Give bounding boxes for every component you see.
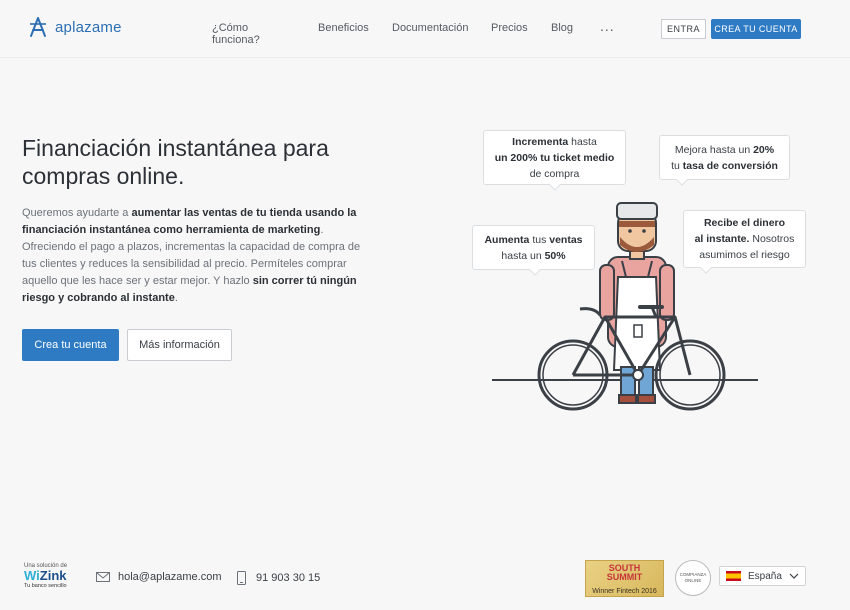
mail-icon — [96, 572, 110, 582]
nav-blog[interactable]: Blog — [551, 22, 573, 34]
south-summit-badge: SOUTH SUMMIT Winner Fintech 2016 — [585, 560, 664, 597]
top-header: aplazame ¿Cómo funciona? Beneficios Docu… — [0, 0, 850, 58]
bubble-text: tu — [671, 159, 683, 172]
nav-precios[interactable]: Precios — [491, 22, 528, 34]
confianza-online-badge: COMPIANZA ONLINE — [675, 560, 711, 596]
language-selector[interactable]: España — [719, 566, 806, 586]
wizink-logo-a: Wi — [24, 568, 40, 583]
email-text: hola@aplazame.com — [118, 571, 222, 583]
nav-como-funciona[interactable]: ¿Cómo funciona? — [212, 22, 260, 46]
spain-flag-icon — [726, 571, 741, 581]
more-menu-icon[interactable]: ... — [600, 18, 615, 34]
south-award-text: Winner Fintech 2016 — [592, 588, 657, 595]
bubble-text: Incrementa — [512, 135, 569, 148]
hero-description: Queremos ayudarte a aumentar las ventas … — [22, 205, 367, 307]
nav-beneficios[interactable]: Beneficios — [318, 22, 369, 34]
more-info-button[interactable]: Más información — [127, 329, 232, 361]
bubble-text: de compra — [529, 167, 580, 180]
bubble-text: tasa de conversión — [682, 159, 778, 172]
wizink-logo: WiZink — [24, 569, 67, 583]
benefit-bubble-ticket: Incrementa hasta un 200% tu ticket medio… — [483, 130, 626, 191]
chevron-down-icon — [789, 573, 799, 579]
hero-text-part: Queremos ayudarte a — [22, 207, 132, 219]
footer-email[interactable]: hola@aplazame.com — [96, 571, 222, 583]
nav-documentacion[interactable]: Documentación — [392, 22, 468, 34]
south-text-2: SUMMIT — [606, 572, 643, 582]
bubble-text: Mejora hasta un — [674, 143, 754, 156]
brand-logo[interactable]: aplazame — [27, 16, 122, 38]
shopkeeper-bike-illustration — [492, 202, 758, 411]
wizink-brand[interactable]: Una solución de WiZink Tu banco sencillo — [24, 563, 67, 589]
benefit-bubble-conversion: Mejora hasta un 20% tu tasa de conversió… — [659, 135, 790, 186]
signup-header-button[interactable]: CREA TU CUENTA — [711, 19, 801, 39]
wizink-tagline: Tu banco sencillo — [24, 583, 67, 589]
create-account-button[interactable]: Crea tu cuenta — [22, 329, 119, 361]
wizink-logo-b: Zink — [39, 568, 67, 583]
bubble-text: hasta — [568, 135, 597, 148]
phone-text: 91 903 30 15 — [256, 572, 321, 584]
confianza-text-2: ONLINE — [684, 578, 702, 583]
phone-icon — [237, 571, 246, 585]
hero-text-part: . — [174, 292, 178, 304]
bubble-text: 20% — [753, 143, 775, 156]
aplazame-logo-icon — [30, 17, 46, 37]
language-label: España — [748, 570, 782, 582]
hero-title: Financiación instantánea para compras on… — [22, 135, 329, 189]
brand-name: aplazame — [55, 18, 122, 36]
footer-phone[interactable]: 91 903 30 15 — [237, 571, 320, 585]
login-button[interactable]: ENTRA — [661, 19, 706, 39]
bubble-text: un 200% tu ticket medio — [494, 151, 615, 164]
